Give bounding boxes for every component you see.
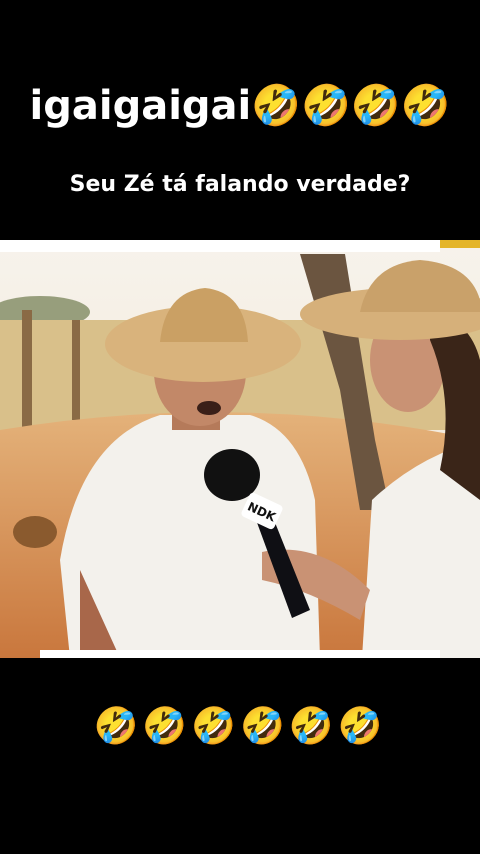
top-overlay-accent	[440, 240, 480, 248]
fence-post	[72, 320, 80, 420]
video-frame[interactable]: NDK	[0, 240, 480, 658]
caption-title: igaigaigai 🤣🤣🤣🤣	[0, 82, 480, 130]
chicken	[13, 516, 57, 548]
man-mouth	[197, 401, 221, 415]
caption-title-text: igaigaigai	[29, 82, 252, 129]
bottom-overlay-bar	[40, 650, 440, 658]
laughing-emoji-icon: 🤣🤣🤣🤣	[251, 83, 451, 129]
video-scene: NDK	[0, 240, 480, 658]
footer-emojis: 🤣🤣🤣🤣🤣🤣	[93, 706, 387, 747]
top-overlay-bar	[0, 240, 440, 252]
fence-post	[22, 310, 32, 430]
caption-subtitle: Seu Zé tá falando verdade?	[69, 172, 411, 197]
